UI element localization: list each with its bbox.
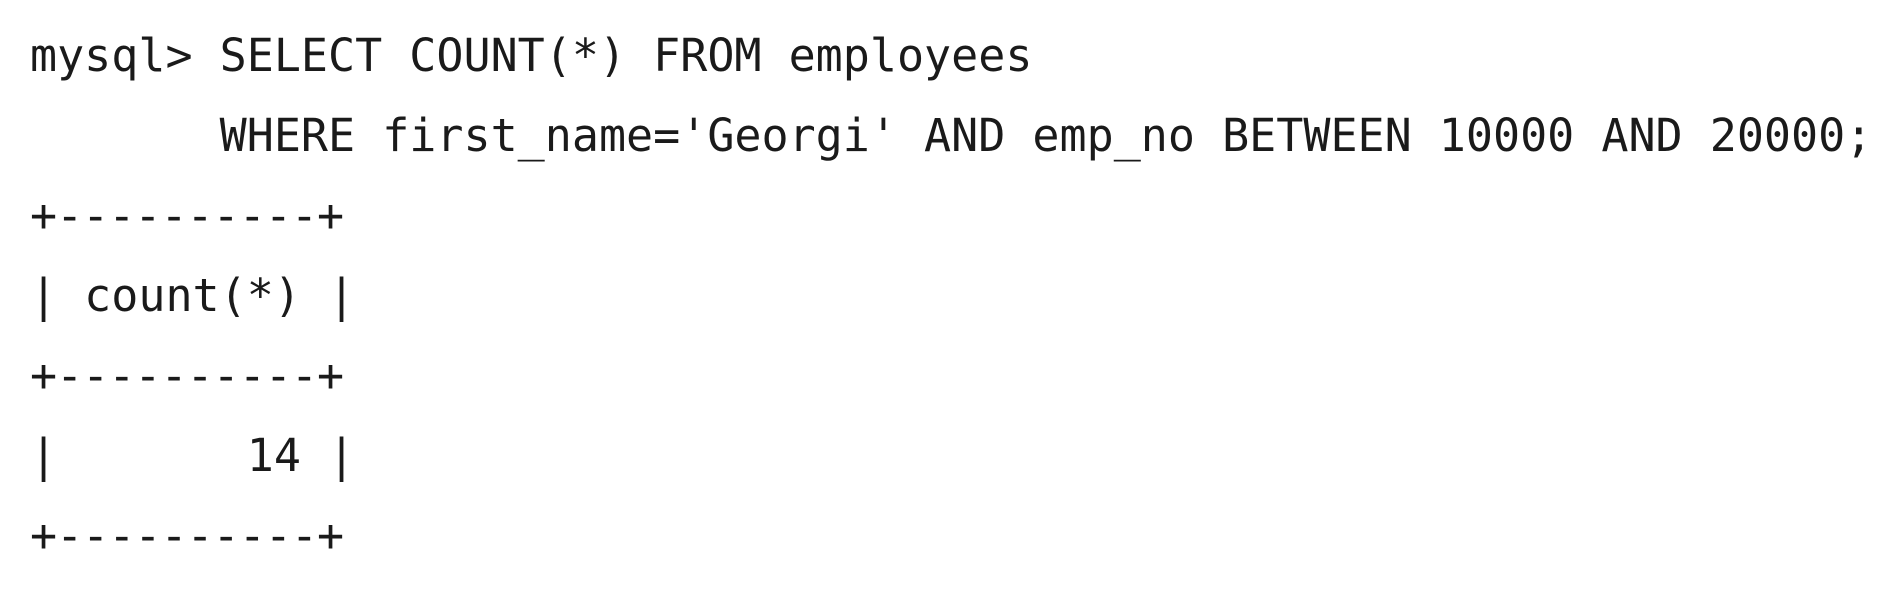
result-table-value-row: | 14 | bbox=[30, 429, 356, 482]
sql-select-clause: SELECT COUNT(*) FROM employees bbox=[219, 29, 1033, 82]
terminal-window[interactable]: mysql> SELECT COUNT(*) FROM employees WH… bbox=[0, 0, 1896, 604]
result-table-bottom-border: +----------+ bbox=[30, 509, 344, 562]
query-line-2: WHERE first_name='Georgi' AND emp_no BET… bbox=[30, 96, 1873, 176]
query-line-1: mysql> SELECT COUNT(*) FROM employees bbox=[30, 16, 1032, 96]
mysql-prompt: mysql> bbox=[30, 29, 220, 82]
result-table-top-border: +----------+ bbox=[30, 189, 344, 242]
continuation-indent bbox=[30, 109, 220, 162]
result-table-header-border: +----------+ bbox=[30, 349, 344, 402]
result-table-header-row: | count(*) | bbox=[30, 269, 356, 322]
sql-where-clause: WHERE first_name='Georgi' AND emp_no BET… bbox=[219, 109, 1873, 162]
